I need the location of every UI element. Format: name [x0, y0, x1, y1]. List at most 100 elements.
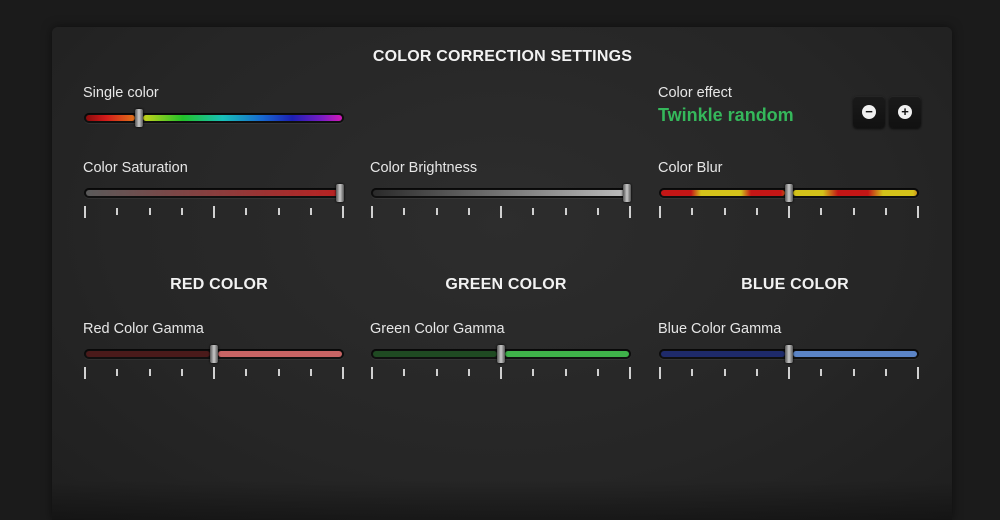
slider-tick: [756, 369, 758, 376]
slider-tick: [724, 208, 726, 215]
slider-thumb[interactable]: [623, 184, 631, 202]
slider-thumb[interactable]: [336, 184, 344, 202]
slider-tick: [371, 206, 373, 218]
slider-tick: [278, 369, 280, 376]
slider-fill: [373, 190, 627, 196]
slider-track[interactable]: [371, 345, 631, 363]
slider-fill-remaining: [793, 351, 917, 357]
slider-tick: [149, 369, 151, 376]
slider-tick: [532, 369, 534, 376]
slider-tick: [659, 206, 661, 218]
red-gamma-slider[interactable]: [84, 345, 344, 379]
slider-tick: [371, 367, 373, 379]
effect-prev-button[interactable]: −: [853, 96, 885, 128]
red-color-heading: RED COLOR: [170, 276, 268, 293]
slider-tick: [468, 208, 470, 215]
green-gamma-slider[interactable]: [371, 345, 631, 379]
slider-tick: [342, 206, 344, 218]
slider-tick: [468, 369, 470, 376]
settings-panel: [52, 27, 952, 520]
slider-tick: [597, 208, 599, 215]
slider-tick: [245, 208, 247, 215]
single-color-slider[interactable]: [84, 109, 344, 143]
slider-thumb[interactable]: [785, 184, 793, 202]
slider-tick: [853, 208, 855, 215]
slider-thumb[interactable]: [135, 109, 143, 127]
slider-fill-remaining: [793, 190, 917, 196]
page-title: COLOR CORRECTION SETTINGS: [372, 48, 633, 65]
slider-tick: [403, 208, 405, 215]
slider-tick: [659, 367, 661, 379]
slider-tick: [597, 369, 599, 376]
slider-fill-remaining: [143, 115, 342, 121]
slider-tick: [436, 369, 438, 376]
slider-tick: [213, 206, 215, 218]
slider-ticks: [371, 206, 631, 218]
minus-icon: −: [862, 105, 876, 119]
slider-fill-remaining: [505, 351, 629, 357]
slider-tick: [245, 369, 247, 376]
blue-color-heading: BLUE COLOR: [741, 276, 849, 293]
red-gamma-label: Red Color Gamma: [83, 321, 204, 337]
slider-thumb[interactable]: [785, 345, 793, 363]
slider-tick: [724, 369, 726, 376]
slider-tick: [310, 369, 312, 376]
slider-tick: [84, 367, 86, 379]
slider-fill-remaining: [218, 351, 342, 357]
slider-thumb[interactable]: [497, 345, 505, 363]
slider-tick: [885, 208, 887, 215]
slider-tick: [788, 367, 790, 379]
slider-track[interactable]: [659, 345, 919, 363]
panel-fade: [52, 480, 952, 520]
slider-tick: [181, 208, 183, 215]
color-effect-value: Twinkle random: [658, 105, 794, 125]
slider-thumb[interactable]: [210, 345, 218, 363]
green-gamma-label: Green Color Gamma: [370, 321, 505, 337]
slider-tick: [181, 369, 183, 376]
slider-tick: [213, 367, 215, 379]
slider-tick: [278, 208, 280, 215]
slider-tick: [917, 367, 919, 379]
slider-tick: [500, 206, 502, 218]
slider-tick: [436, 208, 438, 215]
plus-icon: +: [898, 105, 912, 119]
slider-tick: [756, 208, 758, 215]
slider-track[interactable]: [84, 109, 344, 127]
slider-tick: [820, 369, 822, 376]
slider-tick: [149, 208, 151, 215]
brightness-label: Color Brightness: [370, 160, 478, 176]
slider-tick: [691, 208, 693, 215]
slider-fill: [661, 190, 785, 196]
slider-fill: [86, 115, 135, 121]
blur-slider[interactable]: [659, 184, 919, 218]
slider-tick: [500, 367, 502, 379]
slider-ticks: [371, 367, 631, 379]
blue-gamma-slider[interactable]: [659, 345, 919, 379]
slider-tick: [885, 369, 887, 376]
slider-tick: [403, 369, 405, 376]
slider-ticks: [84, 206, 344, 218]
blur-label: Color Blur: [658, 160, 723, 176]
slider-tick: [342, 367, 344, 379]
blue-gamma-label: Blue Color Gamma: [658, 321, 782, 337]
effect-next-button[interactable]: +: [889, 96, 921, 128]
slider-fill: [86, 351, 210, 357]
slider-tick: [116, 369, 118, 376]
slider-fill: [661, 351, 785, 357]
slider-track[interactable]: [371, 184, 631, 202]
slider-tick: [788, 206, 790, 218]
slider-tick: [917, 206, 919, 218]
slider-tick: [532, 208, 534, 215]
slider-tick: [691, 369, 693, 376]
slider-track[interactable]: [659, 184, 919, 202]
saturation-slider[interactable]: [84, 184, 344, 218]
slider-fill: [86, 190, 340, 196]
slider-ticks: [659, 367, 919, 379]
slider-tick: [565, 369, 567, 376]
single-color-label: Single color: [83, 85, 159, 101]
brightness-slider[interactable]: [371, 184, 631, 218]
slider-track[interactable]: [84, 184, 344, 202]
slider-track[interactable]: [84, 345, 344, 363]
slider-tick: [84, 206, 86, 218]
slider-fill: [373, 351, 497, 357]
